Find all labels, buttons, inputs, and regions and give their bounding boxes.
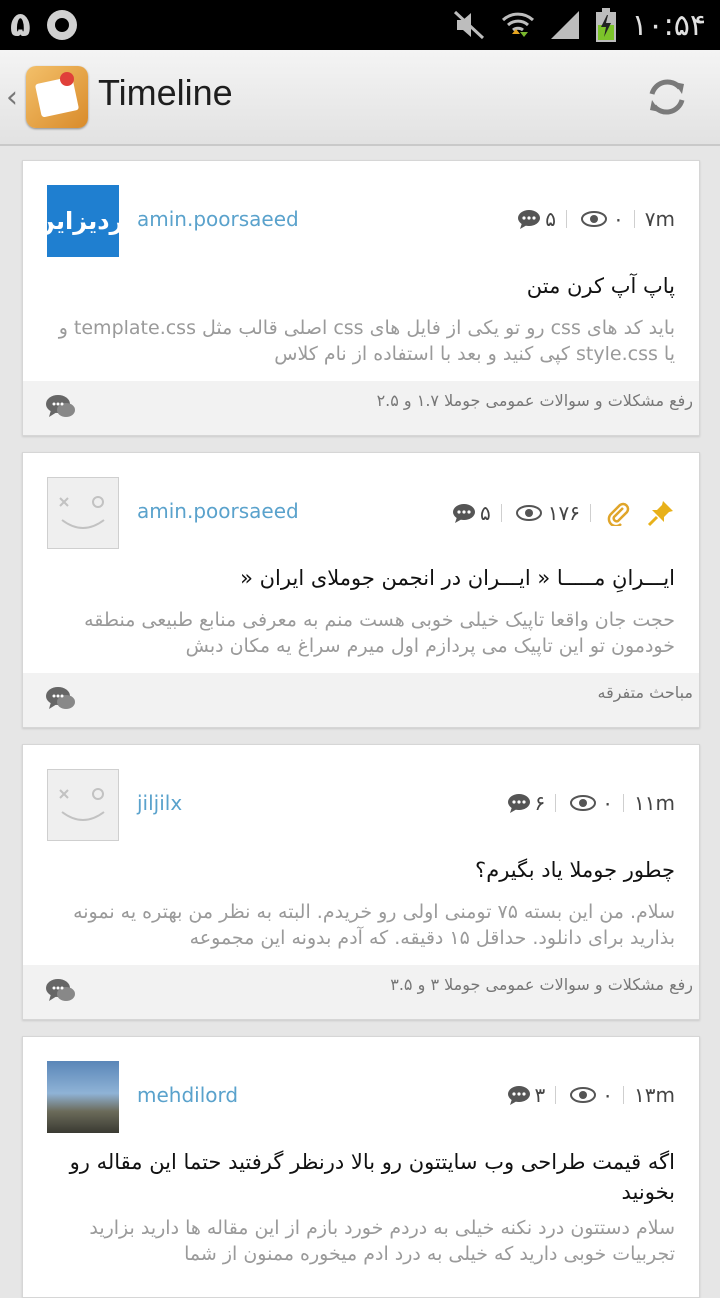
comments-icon[interactable] xyxy=(45,685,77,713)
avatar[interactable]: آردیزاین xyxy=(34,185,132,257)
comments-icon[interactable] xyxy=(45,393,77,421)
post-excerpt: حجت جان واقعا تاپیک خیلی خوبی هست منم به… xyxy=(84,609,675,657)
post-excerpt: سلام. من این بسته ۷۵ تومنی اولی رو خریدم… xyxy=(73,901,675,949)
app-logo-icon[interactable] xyxy=(26,66,88,128)
page-title: Timeline xyxy=(98,72,233,113)
comment-count: ۵ xyxy=(545,207,557,231)
comment-count: ۶ xyxy=(534,791,546,815)
post-title[interactable]: پاپ آپ کرن متن xyxy=(47,271,675,301)
mute-icon xyxy=(454,10,485,40)
clock: ۱۰:۵۴ xyxy=(631,7,706,43)
post-meta: ۶ ۰ ۱۱m xyxy=(503,791,675,815)
post-card[interactable]: jiljilx ۶ ۰ ۱۱m چطور جوملا یاد بگیرم؟ سل… xyxy=(22,744,700,1020)
pin-icon xyxy=(647,501,673,527)
post-card[interactable]: mehdilord ۳ ۰ ۱۳m اگه قیمت طراحی وب سایت… xyxy=(22,1036,700,1298)
post-card[interactable]: amin.poorsaeed ۵ ۱۷۶ ایـــرانِ مـــــا «… xyxy=(22,452,700,728)
view-count: ۱۷۶ xyxy=(547,501,580,525)
post-excerpt: باید کد های css رو تو یکی از فایل های cs… xyxy=(58,317,675,365)
card-footer: مباحث متفرقه xyxy=(23,673,699,727)
card-footer: رفع مشکلات و سوالات عمومی جوملا ۳ و ۳.۵ xyxy=(23,965,699,1019)
battery-charging-icon xyxy=(596,8,617,42)
username-link[interactable]: mehdilord xyxy=(137,1083,238,1107)
comment-icon xyxy=(453,504,476,523)
post-time: ۱۱m xyxy=(634,791,675,815)
comment-icon xyxy=(507,794,530,813)
category-link[interactable]: رفع مشکلات و سوالات عمومی جوملا ۱.۷ و ۲.… xyxy=(377,391,693,410)
comment-count: ۳ xyxy=(534,1083,546,1107)
eye-icon xyxy=(570,1087,597,1103)
app-notification-icon xyxy=(46,10,77,40)
notification-count: ۵ xyxy=(10,5,31,45)
signal-icon xyxy=(551,11,580,39)
view-count: ۰ xyxy=(613,207,624,231)
comments-icon[interactable] xyxy=(45,977,77,1005)
post-time: ۷m xyxy=(644,207,675,231)
status-bar: ۵ ۱۰:۵۴ xyxy=(0,0,720,50)
wifi-icon xyxy=(502,12,535,37)
attachment-icon xyxy=(607,502,630,526)
username-link[interactable]: amin.poorsaeed xyxy=(137,207,299,231)
post-meta: ۵ ۰ ۷m xyxy=(513,207,675,231)
avatar[interactable] xyxy=(47,769,119,841)
eye-icon xyxy=(515,505,542,521)
card-footer: رفع مشکلات و سوالات عمومی جوملا ۱.۷ و ۲.… xyxy=(23,381,699,435)
post-card[interactable]: آردیزاین amin.poorsaeed ۵ ۰ ۷m پاپ آپ کر… xyxy=(22,160,700,436)
view-count: ۰ xyxy=(602,791,614,815)
username-link[interactable]: jiljilx xyxy=(137,791,182,815)
view-count: ۰ xyxy=(602,1083,614,1107)
action-bar: ‹ Timeline xyxy=(0,50,720,146)
avatar[interactable] xyxy=(47,1061,119,1133)
category-link[interactable]: رفع مشکلات و سوالات عمومی جوملا ۳ و ۳.۵ xyxy=(390,975,693,994)
refresh-icon[interactable] xyxy=(644,74,690,120)
avatar[interactable] xyxy=(47,477,119,549)
comment-icon xyxy=(507,1086,530,1105)
eye-icon xyxy=(581,211,608,227)
comment-icon xyxy=(518,210,541,229)
eye-icon xyxy=(570,795,597,811)
post-title[interactable]: چطور جوملا یاد بگیرم؟ xyxy=(47,855,675,885)
comment-count: ۵ xyxy=(480,501,491,525)
post-meta: ۳ ۰ ۱۳m xyxy=(503,1083,675,1107)
post-excerpt: سلام دستتون درد نکنه خیلی به دردم خورد ب… xyxy=(89,1217,675,1265)
post-meta: ۵ ۱۷۶ xyxy=(448,499,675,527)
username-link[interactable]: amin.poorsaeed xyxy=(137,499,299,523)
post-title[interactable]: ایـــرانِ مـــــا « ایـــران در انجمن جو… xyxy=(47,563,675,593)
post-title[interactable]: اگه قیمت طراحی وب سایتتون رو بالا درنظر … xyxy=(47,1147,675,1207)
default-avatar-icon xyxy=(59,496,105,529)
default-avatar-icon xyxy=(59,788,105,821)
post-time: ۱۳m xyxy=(634,1083,675,1107)
category-link[interactable]: مباحث متفرقه xyxy=(597,683,693,702)
chevron-left-icon[interactable]: ‹ xyxy=(6,80,18,115)
